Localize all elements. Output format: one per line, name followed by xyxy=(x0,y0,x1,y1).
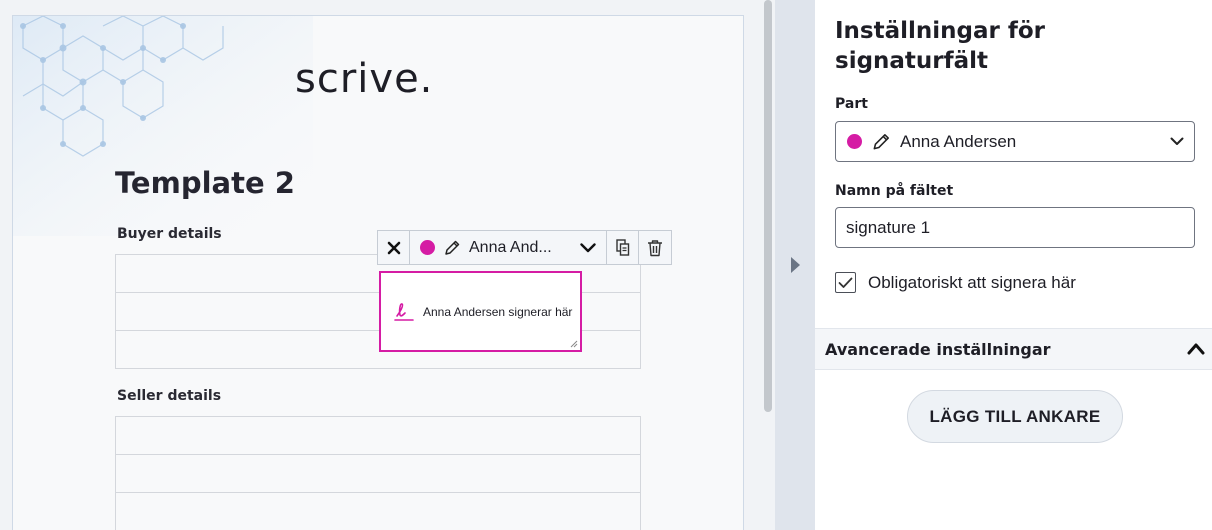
seller-details-table xyxy=(115,416,641,530)
party-select[interactable]: Anna Andersen xyxy=(835,121,1195,162)
field-party-selector[interactable]: Anna And... xyxy=(410,231,607,264)
required-checkbox[interactable] xyxy=(835,272,856,293)
buyer-details-label: Buyer details xyxy=(117,226,222,242)
seller-details-label: Seller details xyxy=(117,388,222,404)
collapse-panel-toggle[interactable] xyxy=(775,0,815,530)
copy-icon xyxy=(615,238,629,256)
table-row xyxy=(115,417,641,455)
pen-icon xyxy=(445,240,460,255)
advanced-settings-label: Avancerade inställningar xyxy=(825,339,1051,359)
chevron-down-icon xyxy=(580,242,596,252)
document-title: Template 2 xyxy=(115,166,295,200)
advanced-settings-toggle[interactable]: Avancerade inställningar xyxy=(815,328,1212,370)
chevron-up-icon xyxy=(1187,343,1205,355)
resize-handle-icon[interactable] xyxy=(569,339,578,348)
close-field-button[interactable] xyxy=(378,231,410,264)
field-party-name: Anna And... xyxy=(469,238,552,256)
signature-field-box[interactable]: Anna Andersen signerar här xyxy=(379,271,582,352)
party-label: Part xyxy=(835,96,868,112)
close-icon xyxy=(387,241,400,254)
required-checkbox-label: Obligatoriskt att signera här xyxy=(868,272,1076,292)
field-name-label: Namn på fältet xyxy=(835,183,954,199)
pen-icon xyxy=(873,133,889,149)
add-anchor-button[interactable]: LÄGG TILL ANKARE xyxy=(907,390,1123,443)
required-signature-option[interactable]: Obligatoriskt att signera här xyxy=(835,272,1076,293)
delete-field-button[interactable] xyxy=(639,231,671,264)
field-name-input[interactable] xyxy=(835,207,1195,248)
checkmark-icon xyxy=(838,277,853,288)
signature-icon xyxy=(394,302,414,321)
molecule-pattern-decoration xyxy=(13,16,313,236)
document-viewer: scrive. Template 2 Buyer details Seller … xyxy=(0,0,775,530)
copy-field-button[interactable] xyxy=(607,231,639,264)
signature-field-toolbar: Anna And... xyxy=(377,230,672,265)
scrive-logo: scrive. xyxy=(295,56,434,102)
signature-placeholder-text: Anna Andersen signerar här xyxy=(423,304,573,319)
vertical-scrollbar[interactable] xyxy=(760,0,775,530)
caret-right-icon xyxy=(791,257,800,273)
party-color-dot xyxy=(420,240,435,255)
scrollbar-thumb[interactable] xyxy=(764,0,772,412)
table-row xyxy=(115,455,641,493)
chevron-down-icon xyxy=(1170,137,1184,145)
signature-field-settings-panel: Inställningar för signaturfält Part Anna… xyxy=(815,0,1212,530)
document-page: scrive. Template 2 Buyer details Seller … xyxy=(12,15,744,530)
party-select-value: Anna Andersen xyxy=(900,131,1017,151)
table-row xyxy=(115,493,641,530)
panel-title: Inställningar för signaturfält xyxy=(835,18,1046,74)
party-color-dot xyxy=(847,134,862,149)
trash-icon xyxy=(648,239,662,256)
